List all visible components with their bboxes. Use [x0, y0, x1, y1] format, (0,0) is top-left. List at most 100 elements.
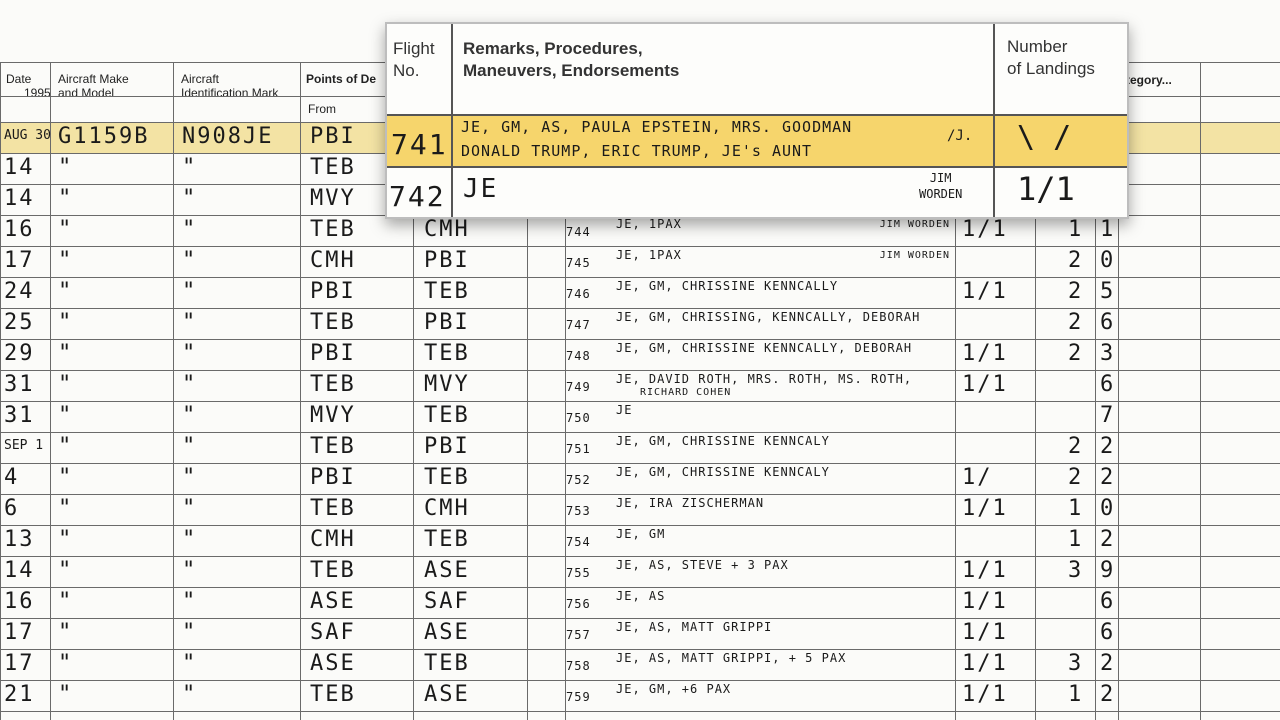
cell-to: PBI	[424, 434, 470, 459]
cell-from: MVY	[310, 403, 356, 428]
cell-to: TEB	[424, 341, 470, 366]
zoom-callout: Flight No. Remarks, Procedures, Maneuver…	[385, 22, 1129, 219]
cell-flight: 745	[566, 256, 591, 270]
cell-make: "	[58, 496, 74, 521]
zoom-note-742: JIM WORDEN	[919, 171, 963, 201]
cell-b: 6	[1100, 372, 1116, 397]
cell-id: "	[182, 465, 198, 490]
cell-flight: 746	[566, 287, 591, 301]
cell-remarks: JE, GM, CHRISSINE KENNCALY	[616, 434, 830, 448]
cell-a: 2	[1068, 279, 1084, 304]
cell-land: 1/1	[962, 558, 1008, 583]
cell-b: 1	[1100, 217, 1116, 242]
cell-a: 1	[1068, 496, 1084, 521]
row-divider	[0, 711, 1280, 712]
cell-a: 1	[1068, 217, 1084, 242]
zoom-flight-741: 741	[391, 128, 448, 161]
cell-a: 2	[1068, 341, 1084, 366]
cell-to: PBI	[424, 310, 470, 335]
cell-flight: 751	[566, 442, 591, 456]
cell-date: 14	[4, 155, 35, 180]
cell-b: 6	[1100, 310, 1116, 335]
row-divider	[0, 556, 1280, 557]
cell-id: "	[182, 372, 198, 397]
cell-id: "	[182, 682, 198, 707]
cell-b: 2	[1100, 682, 1116, 707]
cell-date: 17	[4, 248, 35, 273]
cell-to: TEB	[424, 527, 470, 552]
cell-make: G1159B	[58, 124, 150, 149]
row-divider	[0, 370, 1280, 371]
cell-flight: 750	[566, 411, 591, 425]
cell-to: TEB	[424, 403, 470, 428]
row-divider	[0, 649, 1280, 650]
cell-id: "	[182, 155, 198, 180]
row-divider	[0, 680, 1280, 681]
cell-flight: 748	[566, 349, 591, 363]
cell-date: AUG 30	[4, 128, 51, 143]
cell-remarks: JE, GM, CHRISSINE KENNCALY	[616, 465, 830, 479]
cell-id: "	[182, 279, 198, 304]
zoom-divider	[993, 24, 995, 217]
cell-flight: 755	[566, 566, 591, 580]
category-header: tegory...	[1126, 73, 1172, 87]
cell-from: TEB	[310, 155, 356, 180]
cell-id: "	[182, 496, 198, 521]
cell-land: 1/1	[962, 682, 1008, 707]
cell-remarks: JE, GM, CHRISSING, KENNCALLY, DEBORAH	[616, 310, 921, 324]
cell-make: "	[58, 279, 74, 304]
cell-date: 29	[4, 341, 35, 366]
cell-b: 9	[1100, 558, 1116, 583]
cell-make: "	[58, 341, 74, 366]
cell-make: "	[58, 403, 74, 428]
cell-id: "	[182, 589, 198, 614]
cell-date: 31	[4, 372, 35, 397]
zoom-remarks-741-line1: JE, GM, AS, PAULA EPSTEIN, MRS. GOODMAN	[461, 118, 853, 136]
cell-date: 16	[4, 589, 35, 614]
cell-b: 6	[1100, 589, 1116, 614]
cell-date: 25	[4, 310, 35, 335]
cell-flight: 753	[566, 504, 591, 518]
column-divider	[300, 62, 301, 720]
cell-date: 4	[4, 465, 20, 490]
cell-make: "	[58, 558, 74, 583]
cell-date: 14	[4, 558, 35, 583]
zoom-landings-741: \ /	[1017, 120, 1072, 155]
cell-remarks: JE, DAVID ROTH, MRS. ROTH, MS. ROTH,	[616, 372, 913, 386]
cell-id: "	[182, 310, 198, 335]
cell-from: TEB	[310, 496, 356, 521]
cell-date: 21	[4, 682, 35, 707]
cell-date: 17	[4, 651, 35, 676]
cell-to: ASE	[424, 620, 470, 645]
zoom-remarks-741-line2: DONALD TRUMP, ERIC TRUMP, JE's AUNT	[461, 142, 813, 160]
cell-from: PBI	[310, 124, 356, 149]
cell-to: CMH	[424, 496, 470, 521]
cell-land: 1/1	[962, 651, 1008, 676]
from-header: From	[308, 102, 336, 116]
cell-b: 2	[1100, 527, 1116, 552]
cell-to: ASE	[424, 558, 470, 583]
date-header: Date	[6, 72, 32, 86]
cell-flight: 756	[566, 597, 591, 611]
cell-date: 17	[4, 620, 35, 645]
cell-make: "	[58, 217, 74, 242]
cell-a: 1	[1068, 682, 1084, 707]
cell-a: 2	[1068, 434, 1084, 459]
year-label: 1995	[24, 86, 51, 100]
cell-note: JIM WORDEN	[879, 250, 950, 261]
cell-make: "	[58, 155, 74, 180]
cell-from: TEB	[310, 310, 356, 335]
cell-a: 3	[1068, 558, 1084, 583]
cell-remarks: JE, AS	[616, 589, 666, 603]
cell-flight: 747	[566, 318, 591, 332]
cell-to: SAF	[424, 589, 470, 614]
cell-id: "	[182, 186, 198, 211]
cell-make: "	[58, 186, 74, 211]
cell-a: 2	[1068, 310, 1084, 335]
cell-id: "	[182, 620, 198, 645]
cell-land: 1/1	[962, 620, 1008, 645]
cell-from: TEB	[310, 217, 356, 242]
cell-from: TEB	[310, 558, 356, 583]
row-divider	[0, 587, 1280, 588]
zoom-remarks-header: Remarks, Procedures, Maneuvers, Endorsem…	[463, 39, 680, 80]
